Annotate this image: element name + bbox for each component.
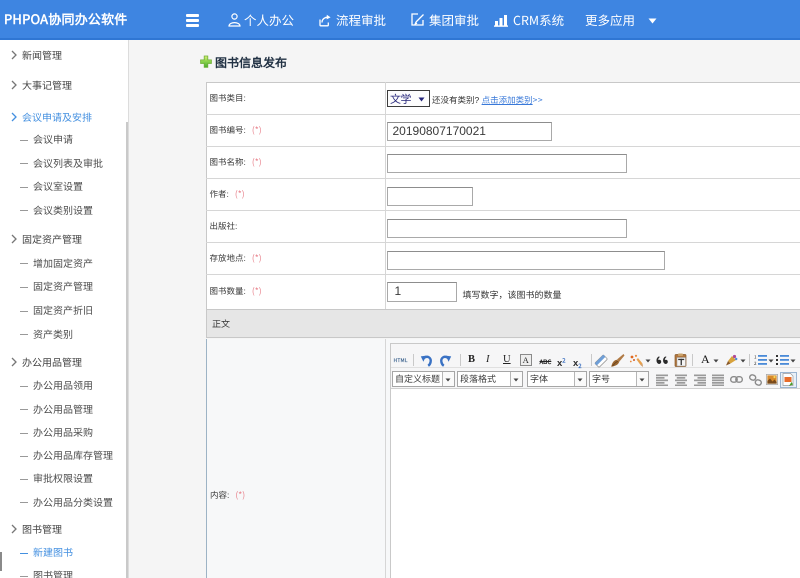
svg-text:2: 2	[754, 361, 757, 366]
svg-text:1: 1	[754, 355, 757, 361]
